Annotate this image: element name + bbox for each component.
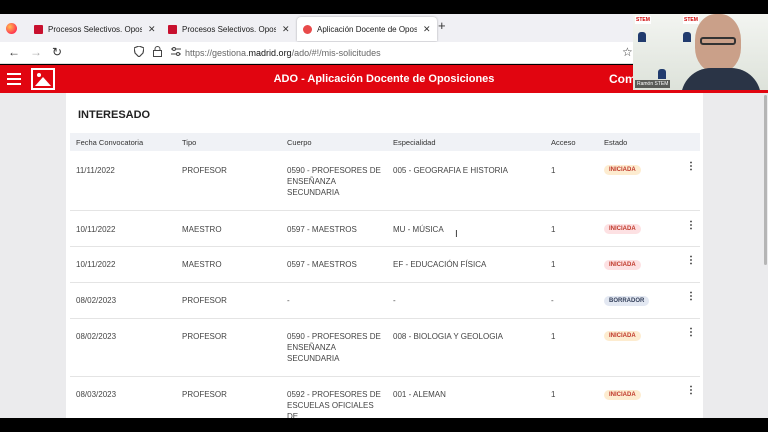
letterbox-top: [0, 0, 768, 14]
figure-icon: [638, 32, 646, 42]
status-badge: INICIADA: [604, 331, 641, 341]
status-badge: INICIADA: [604, 390, 641, 400]
cell-tipo: PROFESOR: [182, 166, 227, 175]
table-row[interactable]: 10/11/2022 MAESTRO 0597 - MAESTROS MU - …: [70, 211, 700, 247]
webcam-overlay: STEM STEM Ramón STEM: [633, 14, 768, 90]
cell-especialidad: MU - MÚSICA: [393, 225, 444, 234]
cell-tipo: PROFESOR: [182, 296, 227, 305]
url-path: /ado/#!/mis-solicitudes: [291, 48, 381, 58]
close-icon[interactable]: ✕: [423, 24, 431, 35]
browser-tab-2[interactable]: Procesos Selectivos. Oposiciones ✕: [162, 17, 296, 41]
cell-especialidad: 001 - ALEMAN: [393, 390, 446, 399]
cell-cuerpo: -: [287, 296, 290, 305]
cell-fecha: 10/11/2022: [76, 225, 116, 234]
row-actions-icon[interactable]: ⋮: [686, 291, 696, 302]
cell-fecha: 08/02/2023: [76, 296, 117, 305]
status-badge: BORRADOR: [604, 296, 650, 306]
row-actions-icon[interactable]: ⋮: [686, 220, 696, 231]
glasses-icon: [700, 37, 736, 45]
cell-cuerpo: 0590 - PROFESORES DE ENSEÑANZA SECUNDARI…: [287, 332, 381, 363]
close-icon[interactable]: ✕: [282, 24, 290, 35]
row-actions-icon[interactable]: ⋮: [686, 161, 696, 172]
figure-icon: [658, 69, 666, 79]
row-actions-icon[interactable]: ⋮: [686, 255, 696, 266]
figure-icon: [683, 32, 691, 42]
stem-logo-icon: STEM: [683, 16, 699, 24]
cell-especialidad: 008 - BIOLOGIA Y GEOLOGIA: [393, 332, 503, 341]
col-cuerpo[interactable]: Cuerpo: [287, 138, 312, 147]
cell-acceso: 1: [551, 166, 556, 175]
madrid-favicon-icon: [168, 24, 177, 34]
back-button[interactable]: ←: [8, 45, 20, 59]
forward-button[interactable]: →: [30, 45, 42, 59]
cell-cuerpo: 0597 - MAESTROS: [287, 260, 357, 269]
ado-favicon-icon: [303, 24, 312, 34]
row-actions-icon[interactable]: ⋮: [686, 327, 696, 338]
app-title-right: Com: [609, 72, 636, 86]
browser-tab-active[interactable]: Aplicación Docente de Oposicio... ✕: [297, 17, 437, 41]
table-header: Fecha Convocatoria Tipo Cuerpo Especiali…: [70, 133, 700, 151]
cell-cuerpo: 0597 - MAESTROS: [287, 225, 357, 234]
col-acceso[interactable]: Acceso: [551, 138, 576, 147]
browser-tab-1[interactable]: Procesos Selectivos. Oposiciones ✕: [28, 17, 162, 41]
table-row[interactable]: 08/02/2023 PROFESOR 0590 - PROFESORES DE…: [70, 319, 700, 377]
cell-acceso: -: [551, 296, 554, 305]
address-bar[interactable]: https://gestiona.madrid.org/ado/#!/mis-s…: [185, 48, 381, 58]
cell-cuerpo: 0590 - PROFESORES DE ENSEÑANZA SECUNDARI…: [287, 166, 381, 197]
col-fecha[interactable]: Fecha Convocatoria: [76, 138, 143, 147]
cell-especialidad: -: [393, 296, 396, 305]
table-row[interactable]: 11/11/2022 PROFESOR 0590 - PROFESORES DE…: [70, 151, 700, 211]
cell-fecha: 08/03/2023: [76, 390, 117, 399]
bookmark-star-icon[interactable]: ☆: [622, 45, 633, 59]
cell-tipo: PROFESOR: [182, 332, 227, 341]
page-content: INTERESADO Fecha Convocatoria Tipo Cuerp…: [0, 93, 768, 418]
status-badge: INICIADA: [604, 165, 641, 175]
cell-fecha: 11/11/2022: [76, 166, 115, 175]
presenter-name-tag: Ramón STEM: [635, 80, 671, 88]
cell-acceso: 1: [551, 390, 556, 399]
site-security-icons[interactable]: [133, 45, 181, 60]
page-scrollbar[interactable]: [764, 95, 767, 265]
letterbox-bottom: [0, 418, 768, 432]
table-row[interactable]: 08/02/2023 PROFESOR - - - BORRADOR ⋮: [70, 283, 700, 319]
firefox-icon: [6, 23, 17, 34]
cell-tipo: MAESTRO: [182, 225, 222, 234]
cell-acceso: 1: [551, 260, 556, 269]
table-row[interactable]: 08/03/2023 PROFESOR 0592 - PROFESORES DE…: [70, 377, 700, 418]
text-cursor-icon: I: [455, 229, 458, 240]
tab-title: Procesos Selectivos. Oposiciones: [182, 24, 276, 34]
cell-fecha: 08/02/2023: [76, 332, 117, 341]
reload-button[interactable]: ↻: [52, 45, 62, 59]
col-tipo[interactable]: Tipo: [182, 138, 196, 147]
permissions-icon: [170, 47, 181, 56]
col-estado[interactable]: Estado: [604, 138, 627, 147]
url-domain: madrid.org: [248, 48, 292, 58]
cell-acceso: 1: [551, 332, 556, 341]
status-badge: INICIADA: [604, 260, 641, 270]
tab-title: Procesos Selectivos. Oposiciones: [48, 24, 142, 34]
cell-tipo: MAESTRO: [182, 260, 222, 269]
section-title: INTERESADO: [78, 109, 151, 121]
tab-title: Aplicación Docente de Oposicio...: [317, 24, 417, 34]
url-prefix: https://gestiona.: [185, 48, 249, 58]
cell-acceso: 1: [551, 225, 556, 234]
status-badge: INICIADA: [604, 224, 641, 234]
cell-especialidad: EF - EDUCACIÓN FÍSICA: [393, 260, 487, 269]
lock-icon: [152, 46, 162, 57]
solicitudes-card: INTERESADO Fecha Convocatoria Tipo Cuerp…: [66, 93, 703, 418]
screenshot: Procesos Selectivos. Oposiciones ✕ Proce…: [0, 0, 768, 432]
cell-tipo: PROFESOR: [182, 390, 227, 399]
madrid-favicon-icon: [34, 24, 43, 34]
col-especialidad[interactable]: Especialidad: [393, 138, 436, 147]
shield-icon: [133, 45, 145, 58]
table-row[interactable]: 10/11/2022 MAESTRO 0597 - MAESTROS EF - …: [70, 247, 700, 283]
cell-fecha: 10/11/2022: [76, 260, 116, 269]
new-tab-button[interactable]: +: [438, 18, 446, 33]
stem-logo-icon: STEM: [635, 16, 651, 24]
cell-especialidad: 005 - GEOGRAFIA E HISTORIA: [393, 166, 508, 175]
cell-cuerpo: 0592 - PROFESORES DE ESCUELAS OFICIALES …: [287, 390, 381, 418]
row-actions-icon[interactable]: ⋮: [686, 385, 696, 396]
close-icon[interactable]: ✕: [148, 24, 156, 35]
